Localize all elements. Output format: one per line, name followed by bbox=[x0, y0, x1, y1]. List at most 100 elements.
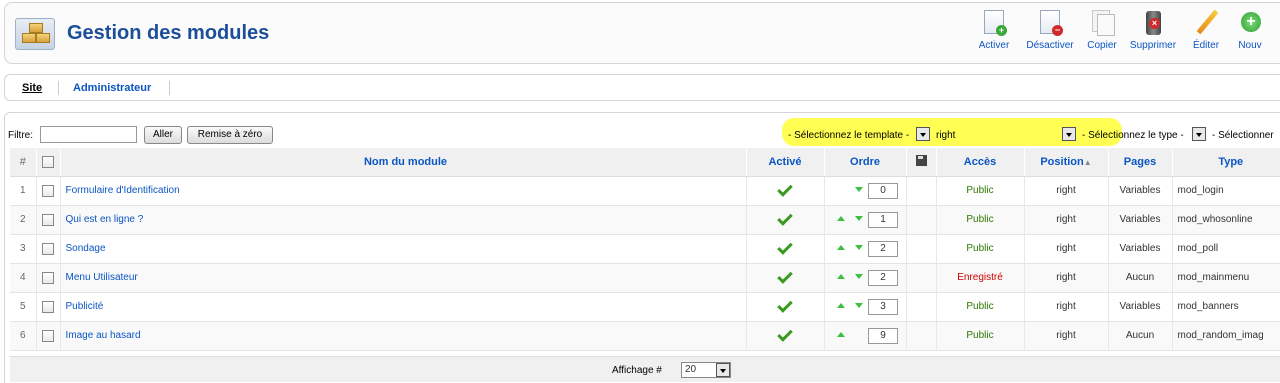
module-name-link[interactable]: Menu Utilisateur bbox=[66, 272, 138, 283]
row-checkbox[interactable] bbox=[42, 271, 54, 284]
position-cell: right bbox=[1024, 263, 1109, 293]
order-input[interactable]: 9 bbox=[868, 327, 898, 344]
order-input[interactable]: 2 bbox=[868, 240, 898, 257]
module-name-link[interactable]: Publicité bbox=[66, 301, 104, 312]
type-cell: mod_login bbox=[1172, 176, 1280, 206]
new-button[interactable]: + Nouv bbox=[1230, 10, 1270, 58]
enabled-check-icon[interactable] bbox=[777, 210, 793, 226]
access-level[interactable]: Public bbox=[936, 234, 1025, 264]
toolbar: + Activer − Désactiver Copier × Supprime… bbox=[970, 9, 1272, 58]
table-row: 3 Sondage 2 Public right Variables mod_p… bbox=[10, 234, 1280, 264]
enable-label: Activer bbox=[978, 40, 1010, 51]
row-checkbox[interactable] bbox=[42, 329, 54, 342]
type-cell: mod_poll bbox=[1172, 234, 1280, 264]
row-checkbox[interactable] bbox=[42, 300, 54, 313]
row-num: 5 bbox=[10, 292, 37, 322]
move-up-icon[interactable] bbox=[837, 216, 845, 222]
module-name-link[interactable]: Sondage bbox=[66, 243, 106, 254]
position-cell: right bbox=[1024, 234, 1109, 264]
access-level[interactable]: Public bbox=[936, 205, 1025, 235]
enabled-check-icon[interactable] bbox=[777, 239, 793, 255]
move-down-icon[interactable] bbox=[855, 274, 863, 280]
order-input[interactable]: 2 bbox=[868, 269, 898, 286]
enabled-check-icon[interactable] bbox=[777, 297, 793, 313]
move-up-icon[interactable] bbox=[837, 274, 845, 280]
module-manager-logo-icon bbox=[15, 18, 55, 50]
row-num: 6 bbox=[10, 321, 37, 351]
row-checkbox[interactable] bbox=[42, 242, 54, 255]
move-up-icon[interactable] bbox=[837, 332, 845, 338]
module-name-link[interactable]: Qui est en ligne ? bbox=[66, 214, 144, 225]
move-down-icon[interactable] bbox=[855, 216, 863, 222]
row-checkbox[interactable] bbox=[42, 184, 54, 197]
move-down-icon[interactable] bbox=[855, 187, 863, 193]
order-input[interactable]: 3 bbox=[868, 298, 898, 315]
module-name-link[interactable]: Image au hasard bbox=[66, 330, 141, 341]
col-access[interactable]: Accès bbox=[936, 148, 1025, 177]
reset-button[interactable]: Remise à zéro bbox=[187, 126, 273, 144]
go-button[interactable]: Aller bbox=[144, 126, 182, 144]
disable-button[interactable]: − Désactiver bbox=[1020, 10, 1080, 58]
col-order[interactable]: Ordre bbox=[824, 148, 907, 177]
page-title: Gestion des modules bbox=[67, 22, 270, 44]
type-dropdown-icon[interactable] bbox=[1192, 127, 1206, 141]
template-dropdown-icon[interactable] bbox=[916, 127, 930, 141]
edit-label: Éditer bbox=[1192, 40, 1220, 51]
row-num: 2 bbox=[10, 205, 37, 235]
state-select[interactable]: - Sélectionner bbox=[1212, 130, 1274, 141]
access-level[interactable]: Enregistré bbox=[936, 263, 1025, 293]
copy-button[interactable]: Copier bbox=[1082, 10, 1122, 58]
row-checkbox[interactable] bbox=[42, 213, 54, 226]
enabled-check-icon[interactable] bbox=[777, 268, 793, 284]
new-label: Nouv bbox=[1238, 40, 1262, 51]
display-count-dropdown-icon[interactable] bbox=[716, 363, 730, 377]
module-name-link[interactable]: Formulaire d'Identification bbox=[66, 185, 180, 196]
row-num: 1 bbox=[10, 176, 37, 206]
table-row: 6 Image au hasard 9 Public right Aucun m… bbox=[10, 321, 1280, 351]
access-level[interactable]: Public bbox=[936, 176, 1025, 206]
move-down-icon[interactable] bbox=[855, 245, 863, 251]
order-input[interactable]: 1 bbox=[868, 211, 898, 228]
type-cell: mod_banners bbox=[1172, 292, 1280, 322]
table-body: 1 Formulaire d'Identification 0 Public r… bbox=[10, 176, 1280, 351]
disable-label: Désactiver bbox=[1026, 40, 1074, 51]
edit-button[interactable]: Éditer bbox=[1184, 9, 1228, 58]
pages-cell: Aucun bbox=[1108, 321, 1173, 351]
submenu-site[interactable]: Site bbox=[22, 82, 42, 94]
col-pages[interactable]: Pages bbox=[1108, 148, 1173, 177]
filter-label: Filtre: bbox=[8, 130, 33, 141]
enabled-check-icon[interactable] bbox=[777, 181, 793, 197]
table-row: 1 Formulaire d'Identification 0 Public r… bbox=[10, 176, 1280, 206]
access-level[interactable]: Public bbox=[936, 321, 1025, 351]
col-type[interactable]: Type bbox=[1172, 148, 1280, 177]
save-order-icon[interactable] bbox=[915, 154, 927, 166]
delete-button[interactable]: × Supprimer bbox=[1124, 10, 1182, 58]
submenu-administrator[interactable]: Administrateur bbox=[73, 82, 151, 94]
type-select[interactable]: - Sélectionnez le type - bbox=[1082, 130, 1184, 141]
position-dropdown-icon[interactable] bbox=[1062, 127, 1076, 141]
position-cell: right bbox=[1024, 321, 1109, 351]
order-input[interactable]: 0 bbox=[868, 182, 898, 199]
position-cell: right bbox=[1024, 176, 1109, 206]
modules-table: # Nom du module Activé Ordre Accès Posit… bbox=[10, 148, 1280, 351]
col-name[interactable]: Nom du module bbox=[60, 148, 747, 177]
type-cell: mod_mainmenu bbox=[1172, 263, 1280, 293]
type-cell: mod_whosonline bbox=[1172, 205, 1280, 235]
enable-button[interactable]: + Activer bbox=[970, 10, 1018, 58]
template-select[interactable]: - Sélectionnez le template - bbox=[788, 130, 909, 141]
col-position[interactable]: Position▲ bbox=[1024, 148, 1109, 177]
move-up-icon[interactable] bbox=[837, 303, 845, 309]
select-all-checkbox[interactable] bbox=[42, 155, 54, 168]
position-select[interactable]: right bbox=[936, 130, 955, 141]
row-num: 3 bbox=[10, 234, 37, 264]
access-level[interactable]: Public bbox=[936, 292, 1025, 322]
enabled-check-icon[interactable] bbox=[777, 326, 793, 342]
delete-label: Supprimer bbox=[1129, 40, 1177, 51]
move-down-icon[interactable] bbox=[855, 303, 863, 309]
move-up-icon[interactable] bbox=[837, 245, 845, 251]
row-num: 4 bbox=[10, 263, 37, 293]
col-active[interactable]: Activé bbox=[746, 148, 825, 177]
filter-input[interactable] bbox=[40, 126, 137, 143]
pages-cell: Variables bbox=[1108, 176, 1173, 206]
submenu: Site Administrateur bbox=[4, 74, 1280, 101]
